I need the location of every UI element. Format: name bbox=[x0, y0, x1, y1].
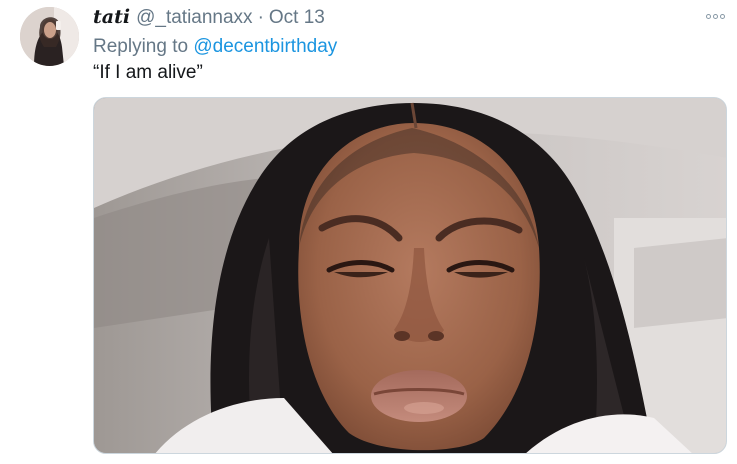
tweet-card[interactable]: tati @_tatiannaxx · Oct 13 Replying to @… bbox=[0, 0, 737, 464]
tweet-media-photo[interactable] bbox=[93, 97, 727, 454]
tweet-date[interactable]: Oct 13 bbox=[269, 7, 325, 29]
display-name[interactable]: tati bbox=[93, 6, 130, 28]
tweet-text: “If I am alive” bbox=[93, 62, 203, 83]
reply-context: Replying to @decentbirthday bbox=[93, 36, 337, 58]
more-dot bbox=[719, 13, 725, 19]
reply-to-link[interactable]: @decentbirthday bbox=[193, 36, 337, 57]
avatar[interactable] bbox=[20, 7, 79, 66]
tweet-header: tati @_tatiannaxx · Oct 13 bbox=[93, 6, 325, 30]
more-dot bbox=[705, 13, 711, 19]
user-handle[interactable]: @_tatiannaxx bbox=[136, 7, 252, 29]
separator-dot: · bbox=[257, 7, 264, 28]
more-dot bbox=[712, 13, 718, 19]
more-options-icon[interactable] bbox=[704, 9, 726, 23]
reply-prefix: Replying to bbox=[93, 36, 189, 57]
